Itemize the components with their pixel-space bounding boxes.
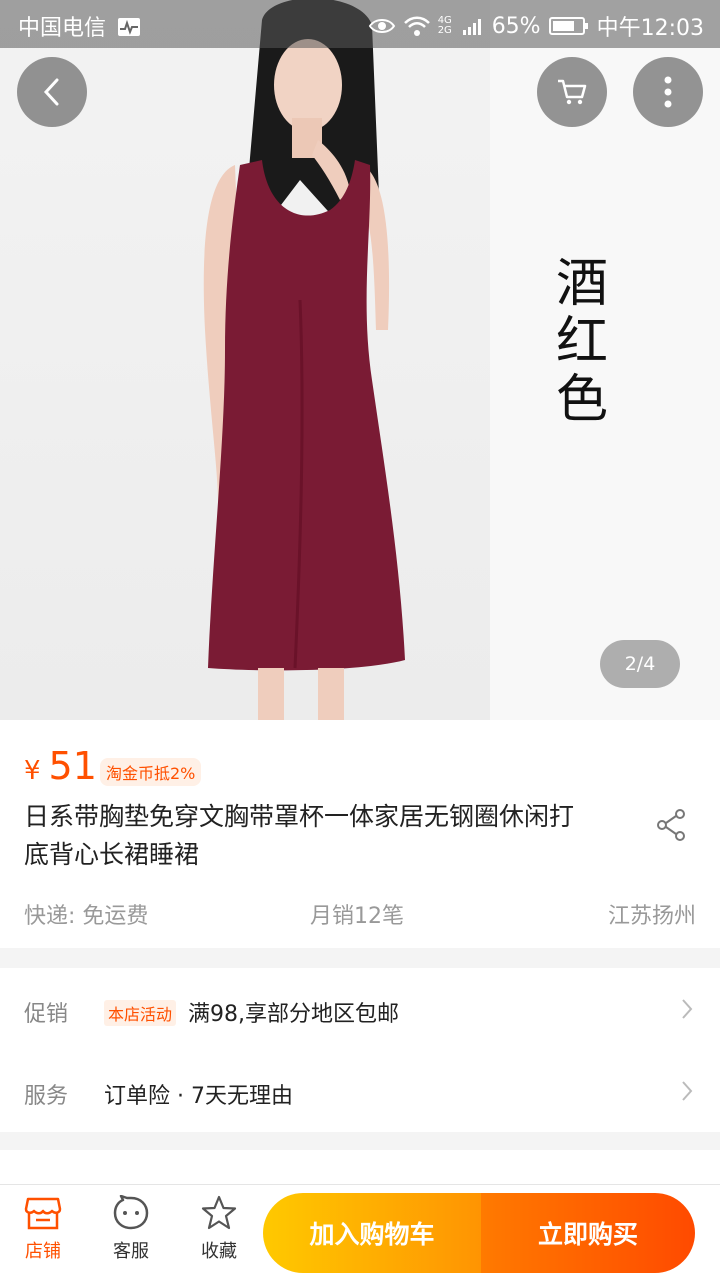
- more-button[interactable]: [633, 57, 703, 127]
- customer-service-icon: [113, 1195, 149, 1230]
- share-icon: [657, 809, 685, 841]
- shop-icon: [24, 1197, 62, 1230]
- customer-service-button[interactable]: 客服: [91, 1195, 171, 1263]
- monthly-sales: 月销12笔: [310, 904, 404, 929]
- shipping-info: 快递: 免运费: [24, 904, 149, 929]
- cart-button[interactable]: [537, 57, 607, 127]
- bottom-action-bar: 店铺 客服 收藏 加入购物车 立即购买: [0, 1184, 720, 1280]
- status-bar: 中国电信 4G 2G 65% 中午12:03: [0, 0, 720, 48]
- signal-icon: [462, 19, 481, 35]
- status-time: 中午12:03: [596, 16, 704, 41]
- promo-service-block: 促销 本店活动 满98,享部分地区包邮 服务 订单险 · 7天无理由: [0, 968, 720, 1132]
- coin-discount-badge: 淘金币抵2%: [100, 758, 202, 786]
- product-meta: 快递: 免运费 月销12笔 江苏扬州: [24, 898, 696, 929]
- customer-service-label: 客服: [113, 1241, 149, 1262]
- wifi-icon: [403, 16, 430, 36]
- more-icon: [664, 76, 672, 108]
- promotion-row[interactable]: 促销 本店活动 满98,享部分地区包邮: [0, 968, 720, 1050]
- product-title: 日系带胸垫免穿文胸带罩杯一体家居无钢圈休闲打底背心长裙睡裙: [24, 802, 575, 869]
- network-type: 4G 2G: [437, 15, 452, 36]
- share-button[interactable]: [656, 808, 686, 846]
- status-right: 4G 2G 65% 中午12:03: [368, 10, 704, 42]
- star-icon: [201, 1195, 237, 1230]
- service-row[interactable]: 服务 订单险 · 7天无理由: [0, 1050, 720, 1132]
- product-detail-page: 酒 红 色 中国电信 4G 2G 65% 中午12:03 2/4 ¥ 51 淘金…: [0, 0, 720, 1280]
- promotion-label: 促销: [24, 1002, 69, 1027]
- shop-button[interactable]: 店铺: [3, 1195, 83, 1263]
- chevron-right-icon: [682, 999, 693, 1019]
- currency-symbol: ¥: [24, 756, 41, 786]
- shop-label: 店铺: [25, 1241, 61, 1262]
- activity-icon: [118, 18, 141, 36]
- back-button[interactable]: [17, 57, 87, 127]
- cart-icon: [558, 79, 587, 105]
- image-pager: 2/4: [600, 640, 680, 688]
- color-label-char: 红: [555, 312, 608, 372]
- favorite-label: 收藏: [201, 1241, 237, 1262]
- battery-icon: [548, 17, 588, 35]
- favorite-button[interactable]: 收藏: [179, 1195, 259, 1263]
- battery-percent: 65%: [491, 13, 541, 39]
- carrier-name: 中国电信: [18, 16, 107, 41]
- price-row: ¥ 51: [24, 744, 97, 788]
- color-label-char: 色: [555, 370, 608, 430]
- back-icon: [43, 78, 59, 106]
- ship-location: 江苏扬州: [607, 904, 696, 929]
- buy-now-button[interactable]: 立即购买: [481, 1193, 695, 1273]
- service-label: 服务: [24, 1084, 69, 1109]
- promotion-text: 满98,享部分地区包邮: [188, 1002, 399, 1027]
- eye-icon: [368, 19, 395, 33]
- product-info: ¥ 51 淘金币抵2% 日系带胸垫免穿文胸带罩杯一体家居无钢圈休闲打底背心长裙睡…: [0, 720, 720, 948]
- status-carrier: 中国电信: [18, 10, 141, 42]
- color-label: 酒 红 色: [552, 255, 612, 429]
- product-photo: [203, 0, 405, 720]
- chevron-right-icon: [682, 1081, 693, 1101]
- service-text: 订单险 · 7天无理由: [104, 1084, 293, 1109]
- add-to-cart-button[interactable]: 加入购物车: [263, 1193, 481, 1273]
- store-promo-tag: 本店活动: [104, 1000, 177, 1026]
- product-price: 51: [48, 744, 97, 788]
- product-image-gallery[interactable]: 酒 红 色: [0, 0, 720, 720]
- color-label-char: 酒: [555, 254, 608, 314]
